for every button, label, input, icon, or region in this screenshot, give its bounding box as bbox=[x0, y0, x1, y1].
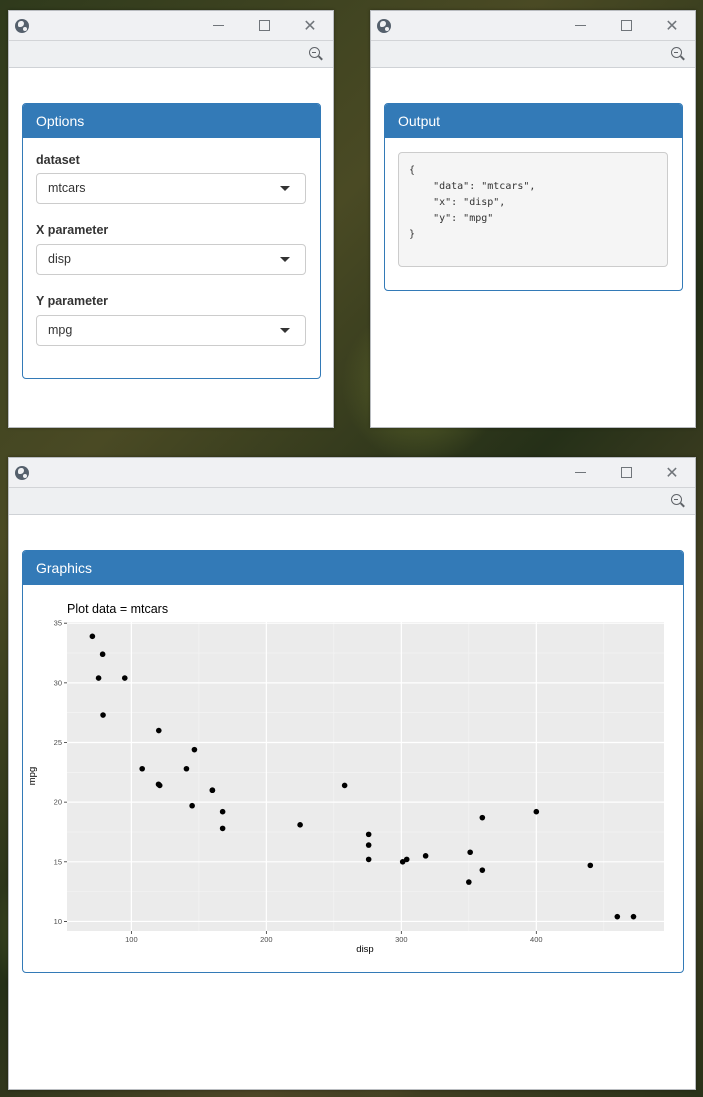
minimize-button[interactable] bbox=[195, 11, 241, 41]
plot-title: Plot data = mtcars bbox=[67, 602, 168, 616]
minimize-icon bbox=[574, 472, 586, 473]
data-point bbox=[479, 814, 486, 821]
graphics-panel-title: Graphics bbox=[23, 551, 683, 585]
y-parameter-select[interactable]: mpg bbox=[36, 315, 306, 346]
x-tick-label: 200 bbox=[260, 935, 273, 944]
maximize-icon bbox=[620, 20, 632, 31]
minimize-icon bbox=[574, 25, 586, 26]
maximize-icon bbox=[258, 20, 270, 31]
data-point bbox=[209, 787, 216, 794]
chevron-down-icon bbox=[280, 186, 290, 191]
output-window: ✕ Output { "data": "mtcars", "x": "disp"… bbox=[370, 10, 696, 428]
close-button[interactable]: ✕ bbox=[649, 458, 695, 488]
y-parameter-label: Y parameter bbox=[36, 294, 109, 308]
data-point bbox=[189, 802, 195, 809]
maximize-button[interactable] bbox=[241, 11, 287, 41]
close-icon: ✕ bbox=[665, 462, 679, 482]
data-point bbox=[95, 675, 102, 681]
data-point bbox=[422, 853, 429, 859]
data-point bbox=[99, 651, 106, 658]
globe-icon bbox=[377, 18, 391, 33]
x-parameter-select[interactable]: disp bbox=[36, 244, 306, 275]
dataset-select[interactable]: mtcars bbox=[36, 173, 306, 204]
data-point bbox=[466, 879, 472, 885]
data-point bbox=[219, 808, 226, 815]
data-point bbox=[399, 859, 406, 865]
y-tick-label: 30 bbox=[54, 678, 62, 687]
json-output: { "data": "mtcars", "x": "disp", "y": "m… bbox=[398, 152, 668, 267]
close-icon: ✕ bbox=[303, 15, 317, 35]
x-tick-label: 300 bbox=[395, 935, 408, 944]
data-point bbox=[587, 862, 594, 869]
x-parameter-label: X parameter bbox=[36, 223, 109, 237]
minimize-button[interactable] bbox=[557, 11, 603, 41]
y-tick-label: 35 bbox=[54, 619, 62, 628]
data-point bbox=[614, 913, 621, 920]
dataset-label: dataset bbox=[36, 153, 80, 167]
y-axis-label: mpg bbox=[27, 767, 38, 785]
x-axis-label: disp bbox=[356, 944, 373, 955]
maximize-button[interactable] bbox=[603, 11, 649, 41]
close-button[interactable]: ✕ bbox=[287, 11, 333, 41]
y-tick-label: 25 bbox=[54, 738, 62, 747]
graphics-panel: Graphics Plot data = mtcars 10 15 20 25 30 35… bbox=[22, 550, 684, 973]
data-point bbox=[365, 856, 372, 863]
data-point bbox=[341, 782, 348, 789]
data-point bbox=[467, 849, 473, 856]
chevron-down-icon bbox=[280, 257, 290, 262]
y-tick-label: 20 bbox=[54, 798, 62, 807]
y-tick-label: 10 bbox=[54, 917, 62, 926]
data-point bbox=[191, 746, 198, 753]
data-point bbox=[365, 831, 372, 838]
y-parameter-select-value: mpg bbox=[48, 323, 73, 337]
minimize-icon bbox=[212, 25, 224, 26]
options-panel-title: Options bbox=[23, 104, 320, 138]
data-point bbox=[156, 782, 163, 789]
plot-panel-background bbox=[67, 622, 664, 931]
graphics-window: ✕ Graphics Plot data = mtcars 10 15 20 25 30… bbox=[8, 457, 696, 1090]
x-tick-label: 100 bbox=[125, 935, 138, 944]
data-point bbox=[219, 825, 226, 832]
data-point bbox=[365, 842, 372, 848]
zoom-out-icon[interactable] bbox=[671, 47, 685, 61]
zoom-out-icon[interactable] bbox=[671, 494, 685, 508]
y-tick-label: 15 bbox=[54, 857, 62, 866]
options-addressbar bbox=[9, 41, 333, 68]
output-titlebar: ✕ bbox=[371, 11, 695, 41]
data-point bbox=[630, 913, 637, 920]
scatter-plot: Plot data = mtcars 10 15 20 25 30 35 100 200 30… bbox=[27, 602, 664, 955]
output-addressbar bbox=[371, 41, 695, 68]
output-panel: Output { "data": "mtcars", "x": "disp", … bbox=[384, 103, 683, 291]
data-point bbox=[100, 712, 106, 718]
data-point bbox=[139, 765, 145, 772]
graphics-titlebar: ✕ bbox=[9, 458, 695, 488]
graphics-addressbar bbox=[9, 488, 695, 515]
dataset-select-value: mtcars bbox=[48, 181, 86, 195]
globe-icon bbox=[15, 18, 29, 33]
output-panel-title: Output bbox=[385, 104, 682, 138]
maximize-icon bbox=[620, 467, 632, 478]
close-icon: ✕ bbox=[665, 15, 679, 35]
data-point bbox=[479, 867, 486, 873]
x-tick-label: 400 bbox=[530, 935, 543, 944]
maximize-button[interactable] bbox=[603, 458, 649, 488]
data-point bbox=[155, 727, 162, 734]
options-titlebar: ✕ bbox=[9, 11, 333, 41]
data-point bbox=[533, 808, 540, 815]
zoom-out-icon[interactable] bbox=[309, 47, 323, 61]
close-button[interactable]: ✕ bbox=[649, 11, 695, 41]
x-parameter-select-value: disp bbox=[48, 252, 71, 266]
options-panel: Options dataset mtcars X parameter disp … bbox=[22, 103, 321, 379]
chevron-down-icon bbox=[280, 328, 290, 333]
data-point bbox=[89, 633, 96, 640]
minimize-button[interactable] bbox=[557, 458, 603, 488]
data-point bbox=[297, 822, 303, 828]
options-window: ✕ Options dataset mtcars X parameter dis… bbox=[8, 10, 334, 428]
globe-icon bbox=[15, 465, 29, 480]
data-point bbox=[183, 765, 190, 772]
data-point bbox=[121, 675, 128, 681]
